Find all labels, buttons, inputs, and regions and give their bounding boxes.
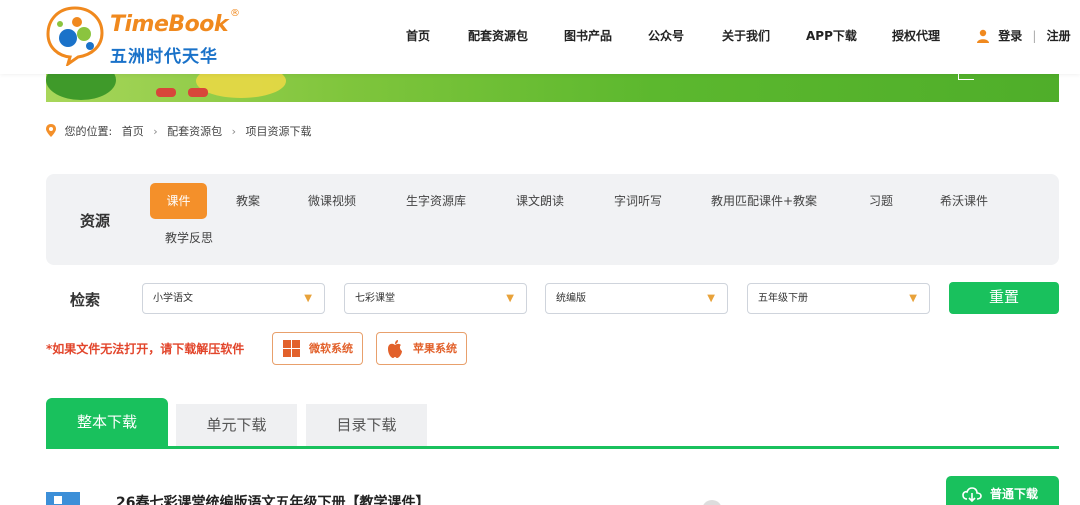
tab-full-download[interactable]: 整本下载 xyxy=(46,398,168,447)
resource-tab-seewo[interactable]: 希沃课件 xyxy=(940,183,988,219)
nav-item-official-account[interactable]: 公众号 xyxy=(648,27,684,44)
windows-download-button[interactable]: 微软系统 xyxy=(272,332,363,365)
resource-tab-matched-courseware[interactable]: 教用匹配课件+教案 xyxy=(711,183,817,219)
windows-download-label: 微软系统 xyxy=(309,342,353,355)
nav-item-agency[interactable]: 授权代理 xyxy=(892,27,940,44)
normal-download-button[interactable]: 普通下载 xyxy=(946,476,1059,505)
banner-shoe xyxy=(156,88,176,97)
search-label: 检索 xyxy=(70,291,101,309)
resource-tab-dictation[interactable]: 字词听写 xyxy=(614,183,662,219)
breadcrumb-home[interactable]: 首页 xyxy=(122,125,144,138)
grade-select[interactable]: 五年级下册 ▼ xyxy=(747,283,930,314)
resource-tab-courseware[interactable]: 课件 xyxy=(150,183,207,219)
dropdown-arrow-icon: ▼ xyxy=(909,293,917,304)
file-status-icon xyxy=(702,500,722,505)
logo[interactable]: TimeBook ® 五洲时代天华 xyxy=(44,4,244,67)
login-link[interactable]: 登录 xyxy=(998,29,1022,43)
unzip-notice: *如果文件无法打开，请下载解压软件 xyxy=(46,342,245,356)
resource-panel: 资源 课件 教案 微课视频 生字资源库 课文朗读 字词听写 教用匹配课件+教案 … xyxy=(46,174,1059,265)
tab-unit-download[interactable]: 单元下载 xyxy=(176,404,297,447)
header: TimeBook ® 五洲时代天华 首页 配套资源包 图书产品 公众号 关于我们… xyxy=(0,0,1080,74)
series-select[interactable]: 七彩课堂 ▼ xyxy=(344,283,527,314)
banner-leaf xyxy=(46,74,116,100)
apple-download-label: 苹果系统 xyxy=(413,342,457,355)
banner-shoe xyxy=(188,88,208,97)
file-title[interactable]: 26春七彩课堂统编版语文五年级下册【教学课件】 xyxy=(116,492,429,505)
dropdown-arrow-icon: ▼ xyxy=(707,293,715,304)
nav-item-about[interactable]: 关于我们 xyxy=(722,27,770,44)
breadcrumb-prefix: 您的位置: xyxy=(64,125,113,138)
register-link[interactable]: 注册 xyxy=(1047,29,1071,43)
normal-download-label: 普通下载 xyxy=(990,487,1039,501)
reset-button[interactable]: 重置 xyxy=(949,282,1059,314)
user-icon xyxy=(977,29,989,43)
subject-select-value: 小学语文 xyxy=(153,293,193,304)
registered-mark: ® xyxy=(230,8,240,19)
apple-download-button[interactable]: 苹果系统 xyxy=(376,332,467,365)
grade-select-value: 五年级下册 xyxy=(758,293,808,304)
breadcrumb-resource-packs[interactable]: 配套资源包 xyxy=(167,125,222,138)
logo-icon xyxy=(46,6,104,66)
resource-tab-character-library[interactable]: 生字资源库 xyxy=(406,183,466,219)
dropdown-arrow-icon: ▼ xyxy=(506,293,514,304)
resource-tab-micro-video[interactable]: 微课视频 xyxy=(308,183,356,219)
location-pin-icon xyxy=(46,124,56,137)
apple-icon xyxy=(388,340,402,358)
tab-underline xyxy=(46,446,1059,449)
user-separator: | xyxy=(1032,29,1037,43)
file-icon xyxy=(46,492,80,505)
series-select-value: 七彩课堂 xyxy=(355,293,395,304)
nav-item-app-download[interactable]: APP下载 xyxy=(806,27,857,44)
chevron-right-icon: › xyxy=(231,125,237,138)
tab-catalog-download[interactable]: 目录下载 xyxy=(306,404,427,447)
dropdown-arrow-icon: ▼ xyxy=(304,293,312,304)
user-area: 登录 | 注册 xyxy=(976,27,1071,44)
brand-name-en: TimeBook xyxy=(110,12,229,37)
nav-item-resource-packs[interactable]: 配套资源包 xyxy=(468,27,528,44)
page: TimeBook ® 五洲时代天华 首页 配套资源包 图书产品 公众号 关于我们… xyxy=(0,0,1080,505)
windows-icon xyxy=(283,340,300,357)
chevron-right-icon: › xyxy=(153,125,158,138)
edition-select-value: 统编版 xyxy=(556,293,586,304)
banner-frame-corner xyxy=(958,74,974,80)
resource-tab-lesson-plan[interactable]: 教案 xyxy=(236,183,260,219)
nav-item-books[interactable]: 图书产品 xyxy=(564,27,612,44)
resource-tab-text-reading[interactable]: 课文朗读 xyxy=(516,183,564,219)
resource-tab-reflection[interactable]: 教学反思 xyxy=(165,220,213,256)
banner xyxy=(46,74,1059,102)
subject-select[interactable]: 小学语文 ▼ xyxy=(142,283,325,314)
resource-tab-exercises[interactable]: 习题 xyxy=(869,183,893,219)
nav-item-home[interactable]: 首页 xyxy=(406,27,430,44)
edition-select[interactable]: 统编版 ▼ xyxy=(545,283,728,314)
banner-leaf xyxy=(196,74,286,98)
resource-label: 资源 xyxy=(80,212,111,230)
cloud-download-icon xyxy=(962,487,982,502)
brand-name-cn: 五洲时代天华 xyxy=(110,47,218,67)
breadcrumb: 您的位置: 首页 › 配套资源包 › 项目资源下载 xyxy=(46,123,312,139)
breadcrumb-current: 项目资源下载 xyxy=(245,125,312,138)
